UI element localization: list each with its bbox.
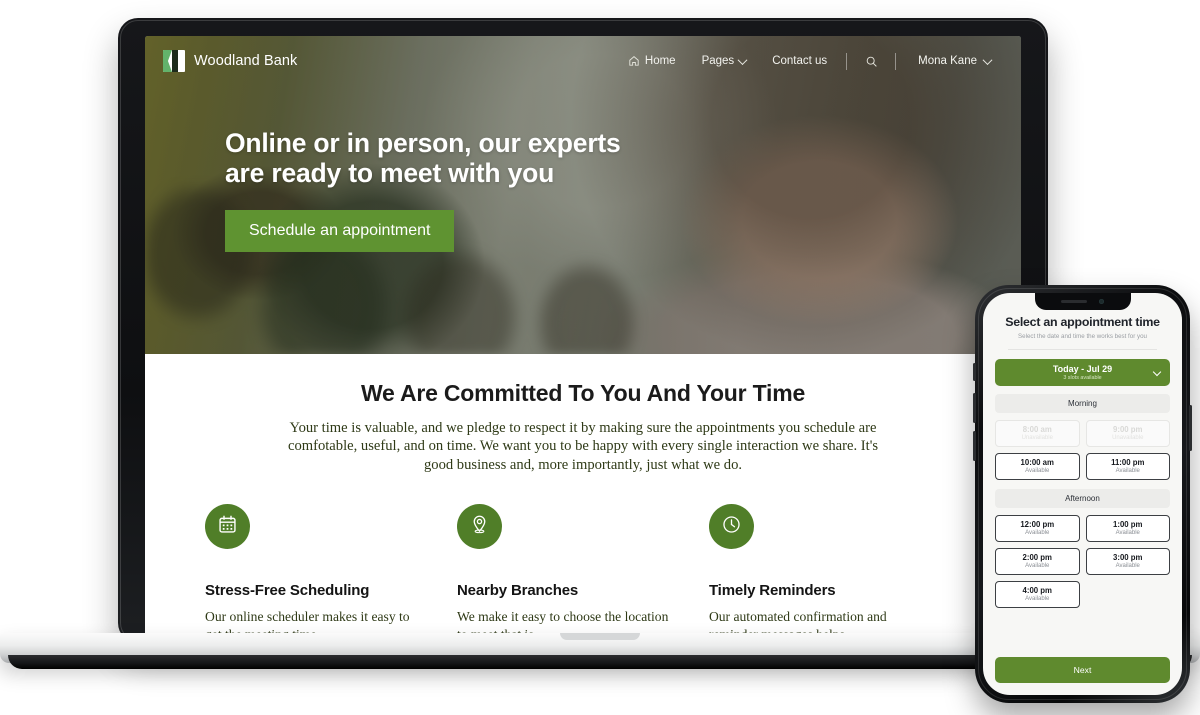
time-slot-state: Available — [1025, 530, 1050, 536]
time-slot-state: Available — [1115, 530, 1140, 536]
time-slot-time: 8:00 am — [1022, 425, 1052, 434]
appointment-app: Select an appointment time Select the da… — [983, 293, 1182, 695]
slot-grid-morning: 8:00 am Unavailable 9:00 pm Unavailable … — [995, 420, 1170, 480]
time-slot-state: Available — [1025, 596, 1050, 602]
app-title: Select an appointment time — [1005, 315, 1160, 329]
time-slot[interactable]: 12:00 pm Available — [995, 515, 1080, 542]
feature-icon-circle — [205, 504, 250, 550]
time-slot-time: 11:00 pm — [1111, 458, 1145, 467]
phone-volume-up-button[interactable] — [973, 393, 976, 423]
schedule-appointment-button[interactable]: Schedule an appointment — [225, 210, 455, 253]
app-subtitle: Select the date and time the works best … — [1018, 333, 1147, 340]
time-slot-time: 12:00 pm — [1020, 520, 1055, 529]
calendar-icon — [217, 514, 238, 540]
feature-card-stress-free-scheduling: Stress-Free Scheduling Our online schedu… — [205, 504, 457, 636]
search-button[interactable] — [853, 55, 889, 67]
date-selector[interactable]: Today - Jul 29 3 slots available — [995, 359, 1170, 386]
time-slot: 8:00 am Unavailable — [995, 420, 1080, 447]
website-viewport: Woodland Bank Home Pages Contact us Mona… — [145, 36, 1021, 636]
brand-logo-group[interactable]: Woodland Bank — [163, 50, 297, 72]
time-slot[interactable]: 2:00 pm Available — [995, 548, 1080, 575]
laptop-base-notch — [560, 633, 640, 640]
woodland-leaf-logo-icon — [163, 50, 185, 72]
hero-title-line-1: Online or in person, our experts — [225, 128, 621, 158]
navbar-right-group: Home Pages Contact us Mona Kane — [615, 52, 999, 70]
time-slot-time: 2:00 pm — [1022, 553, 1052, 562]
app-divider — [1008, 349, 1157, 350]
time-slot-time: 4:00 pm — [1022, 586, 1052, 595]
committed-section: We Are Committed To You And Your Time Yo… — [145, 354, 1021, 475]
feature-body: Our online scheduler makes it easy to ge… — [205, 609, 410, 636]
phone-screen: Select an appointment time Select the da… — [983, 293, 1182, 695]
date-selector-label: Today - Jul 29 — [1052, 364, 1113, 374]
time-slot-time: 3:00 pm — [1113, 553, 1143, 562]
time-slot-state: Available — [1115, 563, 1140, 569]
time-slot-time: 1:00 pm — [1113, 520, 1143, 529]
date-selector-slots-count: 3 slots available — [1063, 375, 1102, 381]
chevron-down-icon — [982, 54, 993, 65]
time-slot-state: Available — [1115, 468, 1140, 474]
feature-icon-circle — [456, 504, 502, 550]
laptop-device: Woodland Bank Home Pages Contact us Mona… — [118, 18, 1048, 643]
speaker-icon — [1061, 300, 1087, 303]
home-icon — [628, 55, 640, 67]
nav-link-contact-us-label: Contact us — [772, 55, 828, 67]
search-icon — [865, 55, 877, 67]
committed-paragraph: Your time is valuable, and we pledge to … — [287, 420, 879, 473]
phone-silent-switch[interactable] — [973, 363, 976, 381]
time-slot-time: 9:00 pm — [1113, 425, 1143, 434]
time-slot[interactable]: 10:00 am Available — [995, 453, 1080, 480]
hero-title: Online or in person, our experts are rea… — [225, 128, 695, 188]
nav-link-pages-label: Pages — [701, 55, 735, 67]
time-slot[interactable]: 4:00 pm Available — [995, 581, 1080, 608]
nav-link-home-label: Home — [644, 55, 676, 67]
camera-icon — [1099, 299, 1104, 304]
feature-card-timely-reminders: Timely Reminders Our automated confirmat… — [708, 504, 961, 636]
feature-title: Stress-Free Scheduling — [205, 582, 370, 600]
feature-body: We make it easy to choose the location t… — [456, 609, 669, 636]
nav-link-contact-us[interactable]: Contact us — [759, 55, 840, 67]
clock-icon — [721, 514, 742, 540]
nav-link-pages[interactable]: Pages — [689, 54, 760, 67]
committed-heading: We Are Committed To You And Your Time — [360, 380, 806, 406]
feature-icon-circle — [708, 504, 754, 550]
chevron-down-icon — [737, 54, 748, 65]
time-slot-state: Unavailable — [1021, 435, 1053, 441]
time-slot[interactable]: 11:00 pm Available — [1085, 453, 1170, 480]
time-slot-state: Unavailable — [1112, 435, 1144, 441]
nav-link-home[interactable]: Home — [615, 55, 689, 67]
feature-body: Our automated confirmation and reminder … — [708, 609, 887, 636]
brand-name: Woodland Bank — [194, 53, 298, 69]
device-mockup-scene: Woodland Bank Home Pages Contact us Mona… — [0, 0, 1200, 715]
nav-divider — [846, 52, 848, 70]
feature-title: Timely Reminders — [708, 582, 836, 600]
time-slot[interactable]: 1:00 pm Available — [1085, 515, 1170, 542]
laptop-screen: Woodland Bank Home Pages Contact us Mona… — [145, 36, 1021, 636]
next-button[interactable]: Next — [995, 657, 1170, 683]
time-slot: 9:00 pm Unavailable — [1085, 420, 1170, 447]
section-header-morning: Morning — [995, 394, 1170, 413]
user-menu[interactable]: Mona Kane — [902, 54, 999, 67]
hero-copy-block: Online or in person, our experts are rea… — [225, 128, 695, 253]
feature-card-nearby-branches: Nearby Branches We make it easy to choos… — [456, 504, 709, 636]
hero-title-line-2: are ready to meet with you — [225, 157, 555, 188]
phone-power-button[interactable] — [1189, 405, 1192, 451]
feature-title: Nearby Branches — [456, 582, 579, 600]
time-slot-state: Available — [1025, 468, 1050, 474]
phone-device: Select an appointment time Select the da… — [973, 285, 1192, 703]
time-slot-time: 10:00 am — [1020, 458, 1054, 467]
section-header-afternoon: Afternoon — [995, 489, 1170, 508]
user-menu-label: Mona Kane — [918, 55, 977, 67]
slot-grid-afternoon: 12:00 pm Available 1:00 pm Available 2:0… — [995, 515, 1170, 608]
nav-divider-2 — [895, 52, 897, 70]
features-section: Stress-Free Scheduling Our online schedu… — [145, 474, 1021, 636]
map-pin-icon — [469, 514, 490, 540]
phone-volume-down-button[interactable] — [973, 431, 976, 461]
site-navbar: Woodland Bank Home Pages Contact us Mona… — [145, 43, 1021, 79]
time-slot[interactable]: 3:00 pm Available — [1085, 548, 1170, 575]
time-slot-state: Available — [1025, 563, 1050, 569]
phone-notch — [1034, 293, 1131, 310]
hero-section: Woodland Bank Home Pages Contact us Mona… — [145, 36, 1021, 354]
